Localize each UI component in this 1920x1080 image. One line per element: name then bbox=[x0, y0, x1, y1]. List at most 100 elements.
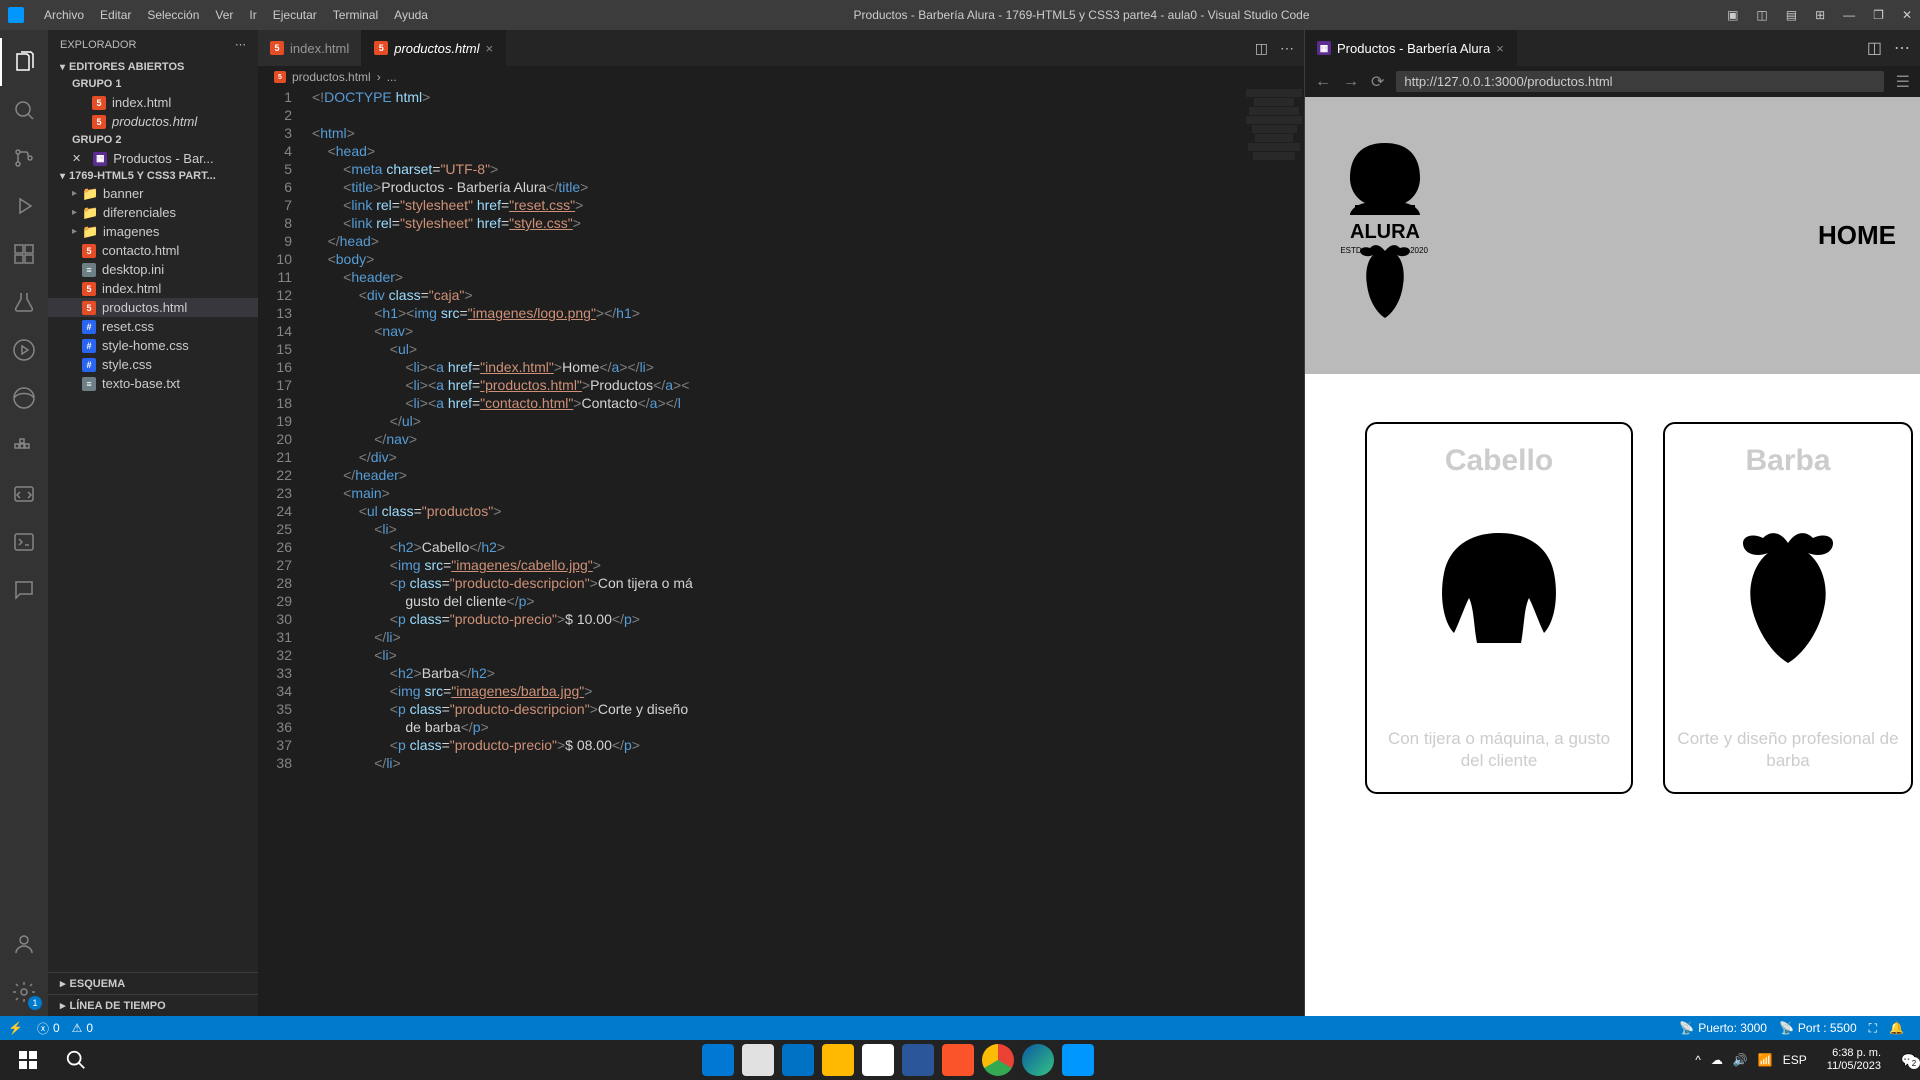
preview-tab[interactable]: ▦Productos - Barbería Alura× bbox=[1305, 30, 1517, 66]
nav-home-link[interactable]: HOME bbox=[1818, 220, 1896, 251]
menu-ejecutar[interactable]: Ejecutar bbox=[265, 8, 325, 22]
section-label: EDITORES ABIERTOS bbox=[69, 61, 184, 73]
menu-archivo[interactable]: Archivo bbox=[36, 8, 92, 22]
taskbar-brave[interactable] bbox=[942, 1044, 974, 1076]
feedback-icon[interactable]: ⛶ bbox=[1863, 1021, 1883, 1036]
menu-ir[interactable]: Ir bbox=[241, 8, 264, 22]
warnings-indicator[interactable]: ⚠ 0 bbox=[66, 1021, 99, 1035]
menu-ayuda[interactable]: Ayuda bbox=[386, 8, 436, 22]
extensions-icon[interactable] bbox=[0, 230, 48, 278]
taskbar-edge[interactable] bbox=[1022, 1044, 1054, 1076]
file-item[interactable]: #style-home.css bbox=[48, 336, 258, 355]
reload-icon[interactable]: ⟳ bbox=[1371, 72, 1384, 92]
clock[interactable]: 6:38 p. m. 11/05/2023 bbox=[1817, 1047, 1891, 1073]
account-icon[interactable] bbox=[0, 920, 48, 968]
minimize-button[interactable]: ― bbox=[1843, 8, 1855, 22]
explorer-icon[interactable] bbox=[0, 38, 48, 86]
file-item[interactable]: ≡texto-base.txt bbox=[48, 374, 258, 393]
menu-editar[interactable]: Editar bbox=[92, 8, 139, 22]
remote-indicator[interactable]: ⚡ bbox=[0, 1021, 31, 1035]
forward-icon[interactable]: → bbox=[1343, 73, 1359, 91]
file-item[interactable]: #style.css bbox=[48, 355, 258, 374]
onedrive-icon[interactable]: ☁ bbox=[1711, 1053, 1723, 1067]
run-debug-icon[interactable] bbox=[0, 182, 48, 230]
open-editor-index[interactable]: 5index.html bbox=[48, 93, 258, 112]
file-label: desktop.ini bbox=[102, 262, 164, 277]
wifi-icon[interactable]: 📶 bbox=[1758, 1053, 1773, 1067]
tab-productos[interactable]: 5productos.html× bbox=[362, 30, 506, 66]
edge-icon[interactable] bbox=[0, 374, 48, 422]
taskbar-word[interactable] bbox=[902, 1044, 934, 1076]
layout-side-icon[interactable]: ▤ bbox=[1786, 8, 1797, 22]
layout-grid-icon[interactable]: ⊞ bbox=[1815, 8, 1825, 22]
layout-toggle-icon[interactable]: ▣ bbox=[1727, 8, 1738, 22]
outline-section[interactable]: ▸ESQUEMA bbox=[48, 972, 258, 994]
timeline-section[interactable]: ▸LÍNEA DE TIEMPO bbox=[48, 994, 258, 1016]
menu-terminal[interactable]: Terminal bbox=[325, 8, 386, 22]
source-control-icon[interactable] bbox=[0, 134, 48, 182]
file-item[interactable]: 5productos.html bbox=[48, 298, 258, 317]
file-item[interactable]: 5contacto.html bbox=[48, 241, 258, 260]
menu-icon[interactable]: ☰ bbox=[1896, 72, 1910, 92]
errors-indicator[interactable]: ⓧ 0 bbox=[31, 1020, 66, 1037]
terminal-activity-icon[interactable] bbox=[0, 518, 48, 566]
workspace-section[interactable]: ▾1769-HTML5 Y CSS3 PART... bbox=[48, 168, 258, 184]
volume-icon[interactable]: 🔊 bbox=[1733, 1053, 1748, 1067]
menu-ver[interactable]: Ver bbox=[207, 8, 241, 22]
docker-icon[interactable] bbox=[0, 422, 48, 470]
file-item[interactable]: #reset.css bbox=[48, 317, 258, 336]
menu-seleccion[interactable]: Selección bbox=[139, 8, 207, 22]
more-icon[interactable]: ⋯ bbox=[1280, 40, 1294, 57]
file-label: Productos - Bar... bbox=[113, 151, 213, 166]
taskbar-vscode[interactable] bbox=[1062, 1044, 1094, 1076]
sidebar-header: EXPLORADOR ⋯ bbox=[48, 30, 258, 59]
folder-item[interactable]: ▸📁banner bbox=[48, 184, 258, 203]
search-icon[interactable] bbox=[52, 1040, 100, 1080]
close-icon[interactable]: × bbox=[1496, 41, 1504, 56]
bell-icon[interactable]: 🔔 bbox=[1883, 1021, 1910, 1035]
folder-item[interactable]: ▸📁imagenes bbox=[48, 222, 258, 241]
language-indicator[interactable]: ESP bbox=[1783, 1053, 1807, 1067]
code-editor[interactable]: 1234567891011121314151617181920212223242… bbox=[258, 88, 1304, 1016]
close-icon[interactable]: ✕ bbox=[72, 152, 81, 165]
taskbar-store[interactable] bbox=[862, 1044, 894, 1076]
open-editor-productos[interactable]: 5productos.html bbox=[48, 112, 258, 131]
file-item[interactable]: 5index.html bbox=[48, 279, 258, 298]
layout-panel-icon[interactable]: ◫ bbox=[1756, 8, 1767, 22]
more-icon[interactable]: ⋯ bbox=[235, 38, 246, 51]
file-label: style-home.css bbox=[102, 338, 189, 353]
products-list: Cabello Con tijera o máquina, a gusto de… bbox=[1305, 374, 1920, 794]
close-button[interactable]: ✕ bbox=[1902, 8, 1912, 22]
comments-icon[interactable] bbox=[0, 566, 48, 614]
split-icon[interactable]: ◫ bbox=[1867, 38, 1882, 58]
search-icon[interactable] bbox=[0, 86, 48, 134]
taskbar-app[interactable] bbox=[702, 1044, 734, 1076]
open-editors-section[interactable]: ▾EDITORES ABIERTOS bbox=[48, 59, 258, 75]
tray-chevron-icon[interactable]: ^ bbox=[1695, 1053, 1701, 1067]
start-button[interactable] bbox=[4, 1040, 52, 1080]
minimap[interactable] bbox=[1244, 88, 1304, 1016]
liveserver-indicator[interactable]: 📡 Port : 5500 bbox=[1773, 1021, 1863, 1035]
tab-index[interactable]: 5index.html bbox=[258, 30, 362, 66]
breadcrumb[interactable]: 5 productos.html › ... bbox=[258, 66, 1304, 88]
taskbar-app[interactable] bbox=[742, 1044, 774, 1076]
folder-item[interactable]: ▸📁diferenciales bbox=[48, 203, 258, 222]
url-bar[interactable]: http://127.0.0.1:3000/productos.html bbox=[1396, 71, 1883, 92]
live-share-icon[interactable] bbox=[0, 326, 48, 374]
split-icon[interactable]: ◫ bbox=[1255, 40, 1268, 57]
port-indicator[interactable]: 📡 Puerto: 3000 bbox=[1673, 1021, 1773, 1035]
taskbar-chrome[interactable] bbox=[982, 1044, 1014, 1076]
file-item[interactable]: ≡desktop.ini bbox=[48, 260, 258, 279]
testing-icon[interactable] bbox=[0, 278, 48, 326]
svg-text:2020: 2020 bbox=[1410, 246, 1428, 255]
taskbar-explorer[interactable] bbox=[822, 1044, 854, 1076]
taskbar-outlook[interactable] bbox=[782, 1044, 814, 1076]
close-icon[interactable]: × bbox=[486, 41, 494, 56]
back-icon[interactable]: ← bbox=[1315, 73, 1331, 91]
open-editor-preview[interactable]: ✕▦Productos - Bar... bbox=[48, 149, 258, 168]
settings-gear-icon[interactable]: 1 bbox=[0, 968, 48, 1016]
remote-explorer-icon[interactable] bbox=[0, 470, 48, 518]
notifications-icon[interactable]: 💬2 bbox=[1901, 1053, 1916, 1067]
more-icon[interactable]: ⋯ bbox=[1894, 38, 1910, 58]
maximize-button[interactable]: ❐ bbox=[1873, 8, 1884, 22]
